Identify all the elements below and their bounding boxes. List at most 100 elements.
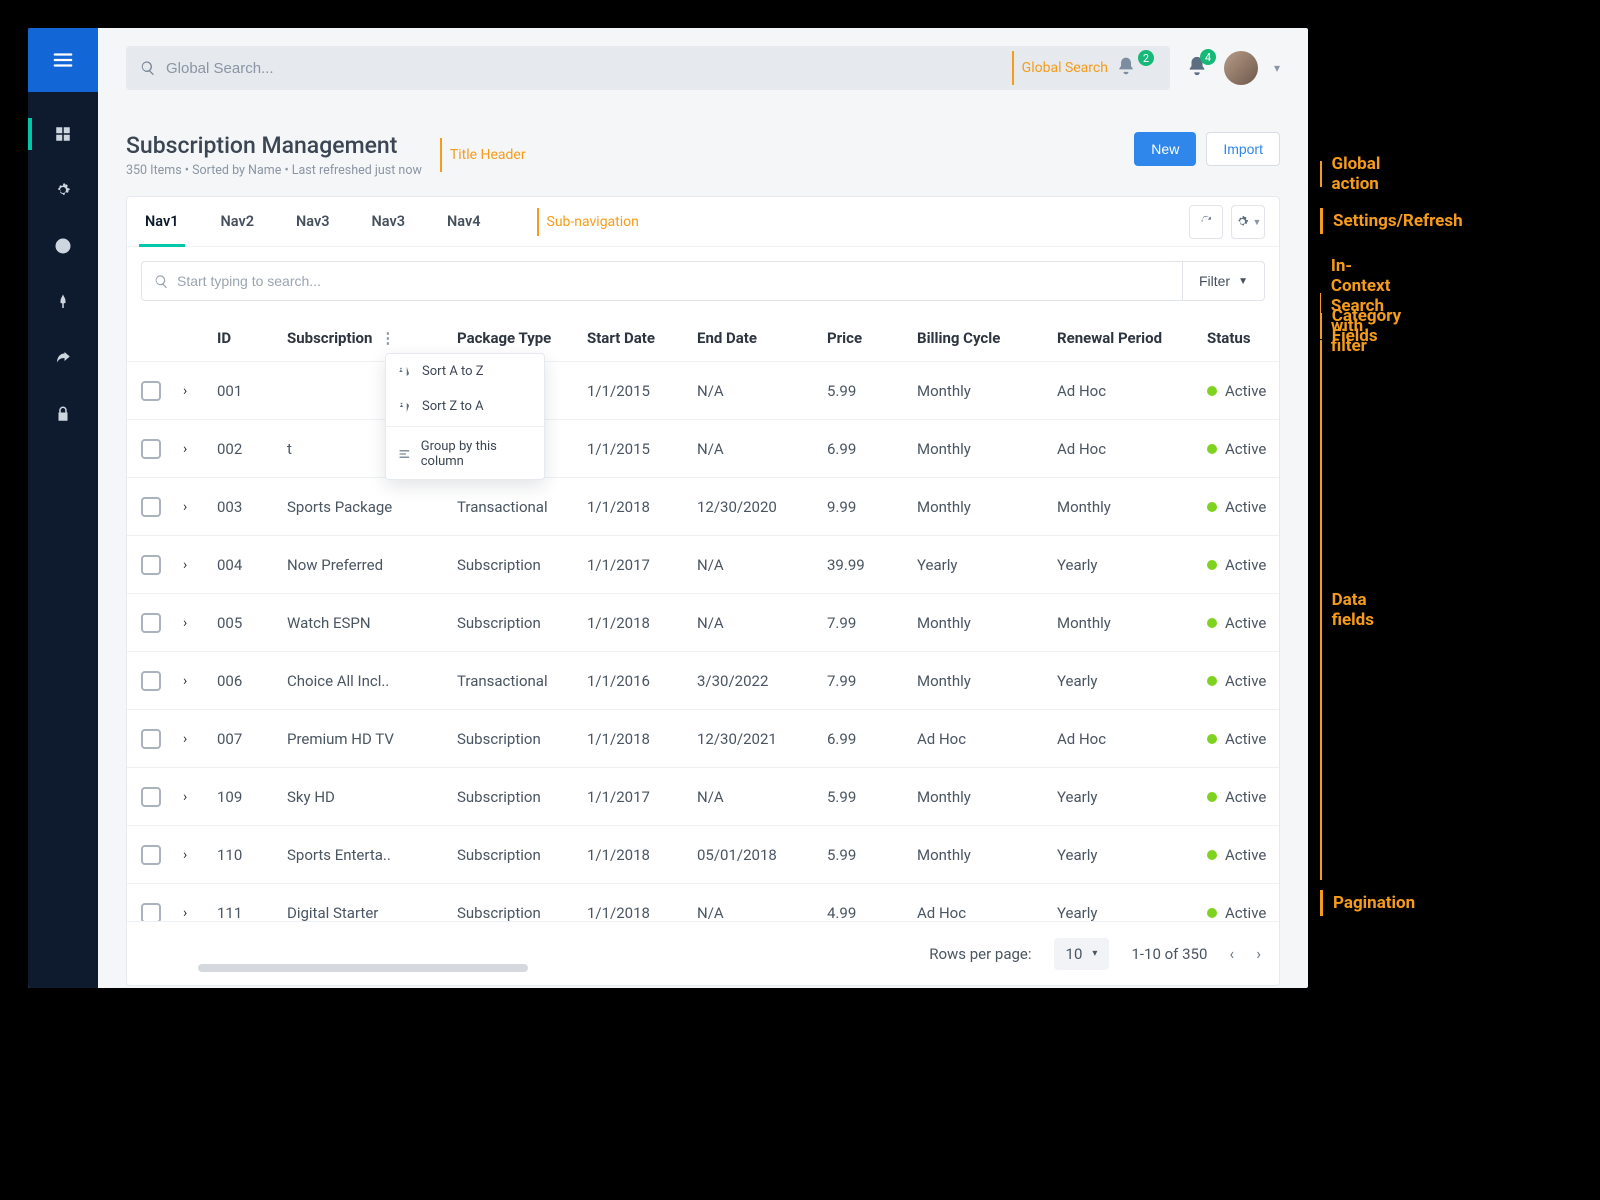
tab-tools: ▼ xyxy=(1189,205,1265,239)
table-row[interactable]: ›005Watch ESPNSubscription1/1/2018N/A7.9… xyxy=(127,593,1279,651)
import-button[interactable]: Import xyxy=(1206,132,1280,166)
sidebar xyxy=(28,28,98,988)
cell-status: Active xyxy=(1207,614,1279,632)
expand-row[interactable]: › xyxy=(183,847,217,863)
settings-button[interactable]: ▼ xyxy=(1231,205,1265,239)
notifications-button[interactable]: 4 xyxy=(1186,55,1208,81)
col-start[interactable]: Start Date xyxy=(587,329,697,347)
avatar[interactable] xyxy=(1224,51,1258,85)
cell-package: Transactional xyxy=(457,672,587,690)
sidebar-item-history[interactable] xyxy=(28,232,98,260)
next-page-button[interactable]: › xyxy=(1256,944,1261,963)
cell-price: 6.99 xyxy=(827,440,917,458)
row-checkbox[interactable] xyxy=(141,845,161,865)
column-menu-trigger[interactable]: ⋮ xyxy=(380,329,395,347)
status-dot-icon xyxy=(1207,908,1217,918)
cell-price: 6.99 xyxy=(827,730,917,748)
global-search-input[interactable] xyxy=(166,60,1012,77)
row-checkbox[interactable] xyxy=(141,729,161,749)
expand-row[interactable]: › xyxy=(183,557,217,573)
col-renewal[interactable]: Renewal Period xyxy=(1057,329,1207,347)
col-end[interactable]: End Date xyxy=(697,329,827,347)
rpp-value: 10 xyxy=(1066,945,1083,963)
sidebar-item-pin[interactable] xyxy=(28,288,98,316)
table-search-input[interactable] xyxy=(177,273,1170,289)
content: Subscription Management 350 Items • Sort… xyxy=(98,108,1308,988)
expand-row[interactable]: › xyxy=(183,383,217,399)
new-button[interactable]: New xyxy=(1134,132,1196,166)
table-row[interactable]: ›001Subscription1/1/2015N/A5.99MonthlyAd… xyxy=(127,361,1279,419)
cell-renewal: Yearly xyxy=(1057,788,1207,806)
profile-dropdown[interactable]: ▾ xyxy=(1274,61,1280,75)
search-icon xyxy=(154,274,169,289)
cell-start: 1/1/2018 xyxy=(587,614,697,632)
brand-logo[interactable] xyxy=(28,28,98,92)
col-id[interactable]: ID xyxy=(217,329,287,347)
row-checkbox[interactable] xyxy=(141,671,161,691)
rpp-select[interactable]: 10▾ xyxy=(1054,938,1110,970)
row-checkbox[interactable] xyxy=(141,787,161,807)
col-subscription[interactable]: Subscription⋮ xyxy=(287,329,457,347)
sidebar-item-settings[interactable] xyxy=(28,176,98,204)
tab-nav4[interactable]: Nav4 xyxy=(443,197,485,246)
cell-id: 003 xyxy=(217,498,287,516)
filter-button[interactable]: Filter▼ xyxy=(1182,261,1265,301)
table-row[interactable]: ›003Sports PackageTransactional1/1/20181… xyxy=(127,477,1279,535)
table-row[interactable]: ›109Sky HDSubscription1/1/2017N/A5.99Mon… xyxy=(127,767,1279,825)
cell-renewal: Yearly xyxy=(1057,556,1207,574)
menu-sort-za-label: Sort Z to A xyxy=(422,399,484,414)
cell-renewal: Ad Hoc xyxy=(1057,730,1207,748)
table-row[interactable]: ›002tSubscription1/1/2015N/A6.99MonthlyA… xyxy=(127,419,1279,477)
callout-pagination: Pagination xyxy=(1320,890,1415,916)
table-search[interactable] xyxy=(141,261,1182,301)
search-bell[interactable]: 2 xyxy=(1116,56,1146,80)
horizontal-scrollbar[interactable] xyxy=(198,964,528,972)
table-row[interactable]: ›110Sports Enterta..Subscription1/1/2018… xyxy=(127,825,1279,883)
clock-icon xyxy=(54,237,72,255)
row-checkbox[interactable] xyxy=(141,497,161,517)
col-billing[interactable]: Billing Cycle xyxy=(917,329,1057,347)
global-search[interactable]: Global Search 2 xyxy=(126,46,1170,90)
col-package[interactable]: Package Type xyxy=(457,329,587,347)
row-checkbox[interactable] xyxy=(141,439,161,459)
row-checkbox[interactable] xyxy=(141,381,161,401)
row-checkbox[interactable] xyxy=(141,555,161,575)
expand-row[interactable]: › xyxy=(183,673,217,689)
cell-status: Active xyxy=(1207,904,1279,922)
cell-start: 1/1/2015 xyxy=(587,440,697,458)
table-row[interactable]: ›006Choice All Incl..Transactional1/1/20… xyxy=(127,651,1279,709)
sidebar-item-security[interactable] xyxy=(28,400,98,428)
annot-label: Title Header xyxy=(450,147,526,163)
expand-row[interactable]: › xyxy=(183,905,217,921)
cell-subscription: Sports Enterta.. xyxy=(287,846,457,864)
sidebar-item-dashboard[interactable] xyxy=(28,120,98,148)
refresh-button[interactable] xyxy=(1189,205,1223,239)
row-checkbox[interactable] xyxy=(141,613,161,633)
sort-za-icon xyxy=(398,400,412,414)
menu-group-by[interactable]: Group by this column xyxy=(386,429,544,479)
tab-nav3a[interactable]: Nav3 xyxy=(292,197,334,246)
cell-package: Subscription xyxy=(457,556,587,574)
tab-nav1[interactable]: Nav1 xyxy=(141,197,183,246)
table-row[interactable]: ›111Digital StarterSubscription1/1/2018N… xyxy=(127,883,1279,921)
sidebar-item-share[interactable] xyxy=(28,344,98,372)
cell-subscription: Premium HD TV xyxy=(287,730,457,748)
menu-sort-za[interactable]: Sort Z to A xyxy=(386,389,544,424)
menu-sort-az[interactable]: Sort A to Z xyxy=(386,354,544,389)
table-row[interactable]: ›007Premium HD TVSubscription1/1/201812/… xyxy=(127,709,1279,767)
data-card: Nav1 Nav2 Nav3 Nav3 Nav4 Sub-navigation … xyxy=(126,196,1280,986)
col-price[interactable]: Price xyxy=(827,329,917,347)
expand-row[interactable]: › xyxy=(183,499,217,515)
row-checkbox[interactable] xyxy=(141,903,161,922)
col-status[interactable]: Status xyxy=(1207,329,1279,347)
expand-row[interactable]: › xyxy=(183,731,217,747)
prev-page-button[interactable]: ‹ xyxy=(1229,944,1234,963)
table-row[interactable]: ›004Now PreferredSubscription1/1/2017N/A… xyxy=(127,535,1279,593)
expand-row[interactable]: › xyxy=(183,789,217,805)
tab-nav2[interactable]: Nav2 xyxy=(217,197,259,246)
cell-end: N/A xyxy=(697,614,827,632)
expand-row[interactable]: › xyxy=(183,615,217,631)
cell-subscription: Choice All Incl.. xyxy=(287,672,457,690)
tab-nav3b[interactable]: Nav3 xyxy=(368,197,410,246)
expand-row[interactable]: › xyxy=(183,441,217,457)
